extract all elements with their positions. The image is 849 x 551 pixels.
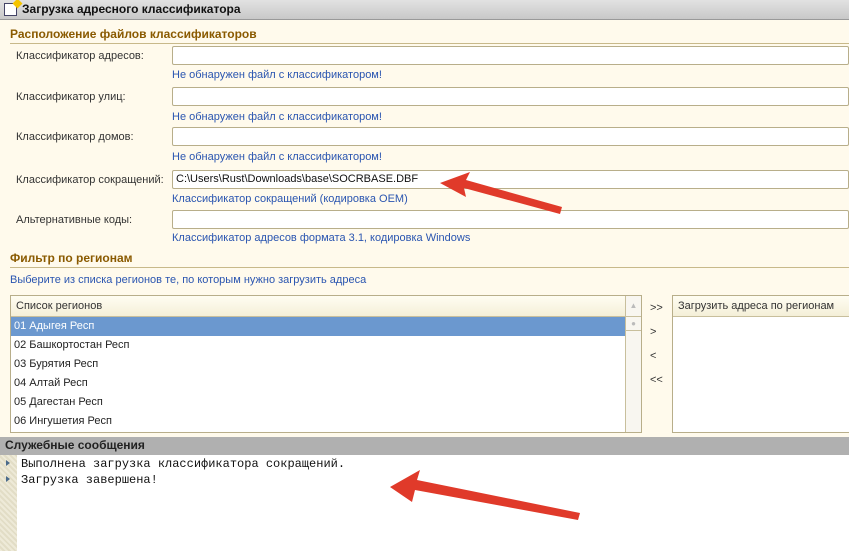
red-arrow-icon xyxy=(440,172,562,214)
annotation-arrows xyxy=(390,172,580,520)
red-arrow-icon xyxy=(390,470,580,520)
